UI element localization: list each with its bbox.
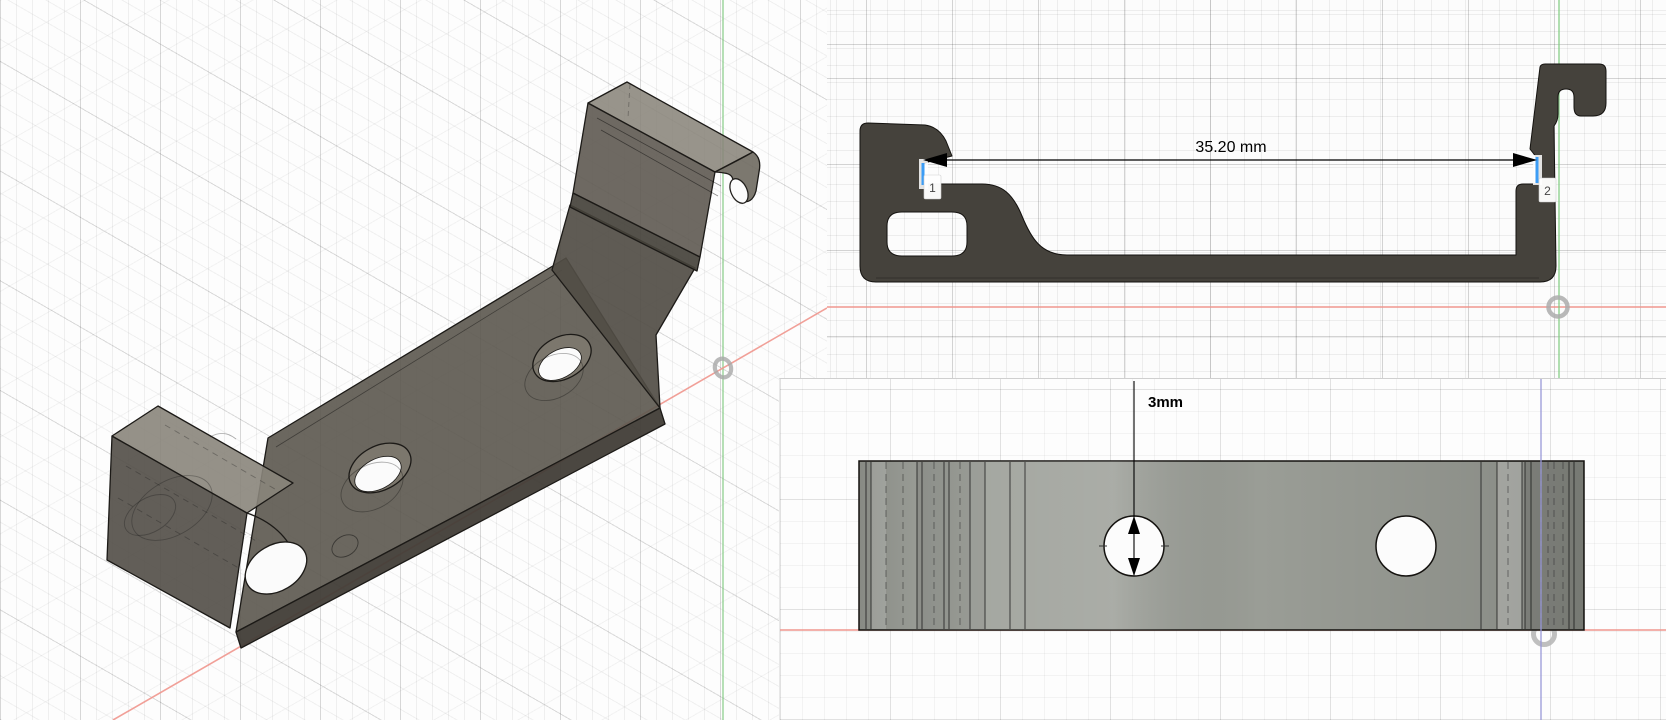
iso-viewport[interactable] [0, 0, 827, 720]
side-canvas: 1 2 35.20 mm [827, 0, 1666, 378]
bracket-top-body[interactable] [858, 460, 1585, 631]
hole-right-top[interactable] [1375, 515, 1437, 577]
edge1-tag-label: 1 [929, 181, 936, 195]
hole-dimension-value[interactable]: 3mm [1148, 394, 1183, 411]
cad-workspace: 1 2 35.20 mm 3mm [0, 0, 1666, 720]
edge2-tag-label: 2 [1544, 184, 1551, 198]
side-section-viewport[interactable]: 1 2 35.20 mm [827, 0, 1666, 378]
top-canvas: 3mm [780, 379, 1666, 720]
top-viewport[interactable]: 3mm [779, 378, 1666, 720]
width-dimension-value[interactable]: 35.20 mm [1195, 139, 1266, 156]
width-dimension[interactable]: 35.20 mm [923, 139, 1537, 167]
bracket-section-profile[interactable] [859, 63, 1607, 283]
bracket-3d-body[interactable] [106, 81, 761, 649]
iso-canvas [106, 0, 827, 720]
